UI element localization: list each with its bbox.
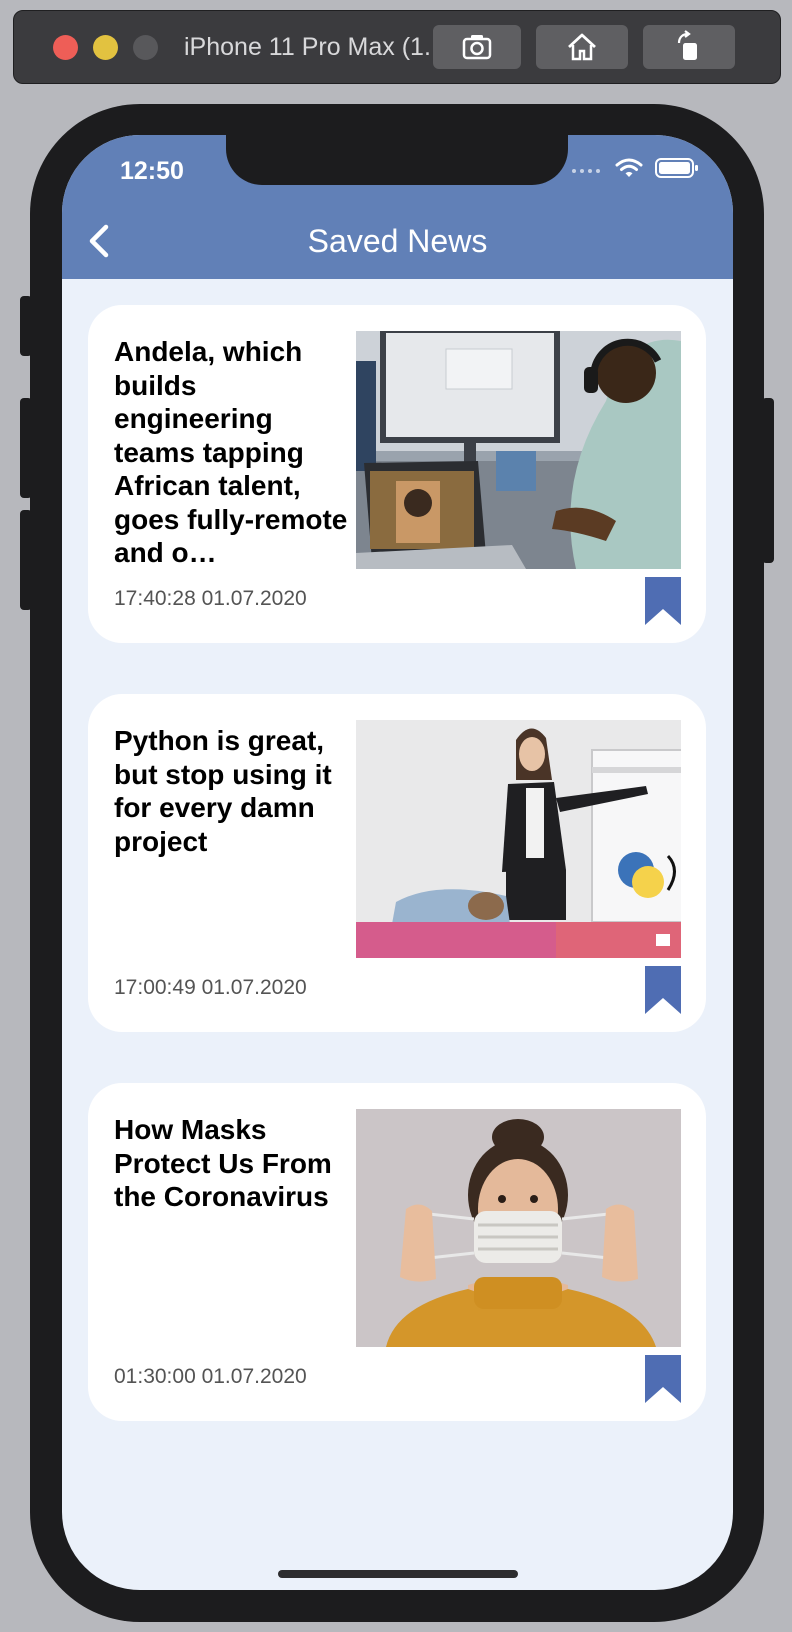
news-card[interactable]: How Masks Protect Us From the Coronaviru… bbox=[88, 1083, 706, 1421]
notch bbox=[226, 135, 568, 185]
news-image[interactable] bbox=[356, 1109, 681, 1347]
home-icon bbox=[568, 33, 596, 61]
news-image[interactable] bbox=[356, 331, 681, 569]
woman-face-mask-photo bbox=[356, 1109, 681, 1347]
page-title: Saved News bbox=[307, 223, 488, 259]
bookmark-icon[interactable] bbox=[645, 966, 681, 1014]
bookmark-icon[interactable] bbox=[645, 1355, 681, 1403]
news-card[interactable]: Andela, which builds engineering teams t… bbox=[88, 305, 706, 643]
news-image[interactable] bbox=[356, 720, 681, 958]
minimize-window-button[interactable] bbox=[93, 35, 118, 60]
news-title[interactable]: Python is great, but stop using it for e… bbox=[114, 724, 350, 858]
battery-icon bbox=[655, 158, 698, 178]
python-presentation-photo bbox=[356, 720, 681, 958]
signal-icon bbox=[572, 169, 600, 173]
rotate-icon bbox=[677, 30, 697, 60]
news-title[interactable]: Andela, which builds engineering teams t… bbox=[114, 335, 350, 570]
wifi-icon bbox=[615, 158, 643, 177]
volume-down-button bbox=[20, 510, 32, 610]
status-time: 12:50 bbox=[120, 157, 184, 185]
simulator-title: iPhone 11 Pro Max (1... bbox=[184, 33, 445, 61]
power-button bbox=[762, 398, 774, 563]
office-video-call-photo bbox=[356, 331, 681, 569]
home-button[interactable] bbox=[536, 25, 628, 69]
news-timestamp: 17:40:28 01.07.2020 bbox=[114, 587, 307, 610]
home-indicator[interactable] bbox=[278, 1570, 518, 1578]
rotate-button[interactable] bbox=[643, 25, 735, 69]
app-screen: 12:50 Saved News Andela, which builds en… bbox=[62, 135, 733, 1590]
volume-up-button bbox=[20, 398, 32, 498]
news-card[interactable]: Python is great, but stop using it for e… bbox=[88, 694, 706, 1032]
news-timestamp: 17:00:49 01.07.2020 bbox=[114, 976, 307, 999]
silent-switch bbox=[20, 296, 32, 356]
screenshot-icon bbox=[462, 35, 492, 60]
news-timestamp: 01:30:00 01.07.2020 bbox=[114, 1365, 307, 1388]
zoom-window-button[interactable] bbox=[133, 35, 158, 60]
close-window-button[interactable] bbox=[53, 35, 78, 60]
status-icons bbox=[571, 157, 699, 179]
screenshot-button[interactable] bbox=[433, 25, 521, 69]
simulator-toolbar: iPhone 11 Pro Max (1... bbox=[13, 10, 781, 84]
bookmark-icon[interactable] bbox=[645, 577, 681, 625]
news-title[interactable]: How Masks Protect Us From the Coronaviru… bbox=[114, 1113, 350, 1214]
